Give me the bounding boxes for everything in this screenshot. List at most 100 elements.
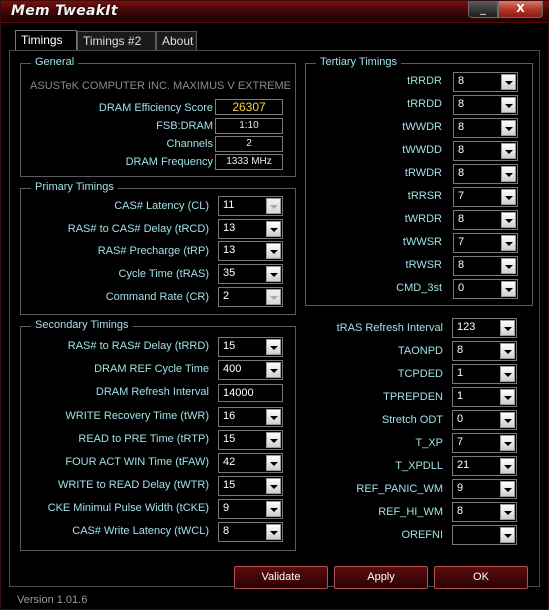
cmd-3st-select[interactable]: 0 bbox=[453, 279, 518, 299]
ref-hi-wm-select[interactable]: 8 bbox=[452, 502, 517, 522]
trrdr-select[interactable]: 8 bbox=[453, 72, 518, 92]
apply-button[interactable]: Apply bbox=[334, 566, 428, 589]
tprepden-select[interactable]: 1 bbox=[452, 387, 517, 407]
ref-panic-wm-select[interactable]: 9 bbox=[452, 479, 517, 499]
chevron-down-icon[interactable] bbox=[500, 320, 515, 336]
chevron-down-icon[interactable] bbox=[500, 412, 515, 428]
chevron-down-icon[interactable] bbox=[501, 281, 516, 297]
close-button[interactable]: X bbox=[498, 1, 543, 18]
chevron-down-icon[interactable] bbox=[266, 478, 281, 494]
tras-refresh-interval-select[interactable]: 123 bbox=[452, 318, 517, 338]
tcke-select[interactable]: 9 bbox=[218, 499, 283, 519]
trrd-select[interactable]: 15 bbox=[218, 337, 283, 357]
chevron-down-icon[interactable] bbox=[500, 343, 515, 359]
dram-ref-cycle-select[interactable]: 400 bbox=[218, 360, 283, 380]
twrdr-select[interactable]: 8 bbox=[453, 210, 518, 230]
chevron-down-icon[interactable] bbox=[266, 524, 281, 540]
trrdr-value: 8 bbox=[458, 75, 465, 87]
secondary-timings-group: Secondary Timings RAS# to RAS# Delay (tR… bbox=[20, 319, 296, 551]
trrsr-select[interactable]: 7 bbox=[453, 187, 518, 207]
cmd-3st-value: 0 bbox=[458, 282, 465, 294]
dram-efficiency-value: 26307 bbox=[215, 99, 283, 115]
chevron-down-icon[interactable] bbox=[501, 212, 516, 228]
taonpd-select[interactable]: 8 bbox=[452, 341, 517, 361]
trwdr-select[interactable]: 8 bbox=[453, 164, 518, 184]
trcd-label: RAS# to CAS# Delay (tRCD) bbox=[67, 223, 209, 235]
title-bar[interactable]: Mem TweakIt _ X bbox=[1, 1, 549, 23]
chevron-down-icon[interactable] bbox=[501, 74, 516, 90]
trp-label: RAS# Precharge (tRP) bbox=[97, 245, 209, 257]
chevron-down-icon[interactable] bbox=[501, 166, 516, 182]
twwsr-value: 7 bbox=[458, 236, 465, 248]
window-title: Mem TweakIt bbox=[11, 3, 118, 19]
trp-select[interactable]: 13 bbox=[218, 241, 283, 261]
chevron-down-icon[interactable] bbox=[266, 289, 281, 305]
trrdd-label: tRRDD bbox=[407, 98, 442, 110]
chevron-down-icon[interactable] bbox=[500, 527, 515, 543]
chevron-down-icon[interactable] bbox=[500, 458, 515, 474]
chevron-down-icon[interactable] bbox=[501, 258, 516, 274]
dram-refresh-interval-input[interactable]: 14000 bbox=[218, 384, 283, 402]
chevron-down-icon[interactable] bbox=[501, 189, 516, 205]
trcd-select[interactable]: 13 bbox=[218, 219, 283, 239]
chevron-down-icon[interactable] bbox=[501, 120, 516, 136]
trrdr-label: tRRDR bbox=[407, 75, 442, 87]
twr-select[interactable]: 16 bbox=[218, 407, 283, 427]
trrdd-select[interactable]: 8 bbox=[453, 95, 518, 115]
tab-about[interactable]: About bbox=[156, 31, 197, 50]
orefni-label: OREFNI bbox=[401, 529, 443, 541]
chevron-down-icon[interactable] bbox=[266, 221, 281, 237]
chevron-down-icon[interactable] bbox=[266, 409, 281, 425]
chevron-down-icon[interactable] bbox=[501, 97, 516, 113]
chevron-down-icon[interactable] bbox=[266, 362, 281, 378]
tcpded-label: TCPDED bbox=[397, 368, 443, 380]
t-xpdll-label: T_XPDLL bbox=[395, 460, 443, 472]
chevron-down-icon[interactable] bbox=[266, 198, 281, 214]
mem-tweakit-window: Mem TweakIt _ X Timings #1 Timings #2 Ab… bbox=[0, 0, 549, 610]
trtp-label: READ to PRE Time (tRTP) bbox=[78, 433, 209, 445]
chevron-down-icon[interactable] bbox=[500, 504, 515, 520]
t-xp-select[interactable]: 7 bbox=[452, 433, 517, 453]
twwsr-label: tWWSR bbox=[402, 236, 442, 248]
chevron-down-icon[interactable] bbox=[501, 235, 516, 251]
chevron-down-icon[interactable] bbox=[266, 266, 281, 282]
chevron-down-icon[interactable] bbox=[500, 366, 515, 382]
validate-button[interactable]: Validate bbox=[234, 566, 328, 589]
trwsr-select[interactable]: 8 bbox=[453, 256, 518, 276]
twtr-select[interactable]: 15 bbox=[218, 476, 283, 496]
trp-value: 13 bbox=[223, 244, 236, 256]
tertiary-timings-legend: Tertiary Timings bbox=[316, 56, 402, 68]
tfaw-select[interactable]: 42 bbox=[218, 453, 283, 473]
chevron-down-icon[interactable] bbox=[500, 389, 515, 405]
twwsr-select[interactable]: 7 bbox=[453, 233, 518, 253]
minimize-icon: _ bbox=[480, 2, 486, 15]
chevron-down-icon[interactable] bbox=[500, 435, 515, 451]
twcl-select[interactable]: 8 bbox=[218, 522, 283, 542]
tcpded-select[interactable]: 1 bbox=[452, 364, 517, 384]
chevron-down-icon[interactable] bbox=[500, 481, 515, 497]
stretch-odt-select[interactable]: 0 bbox=[452, 410, 517, 430]
twwdd-select[interactable]: 8 bbox=[453, 141, 518, 161]
secondary-timings-legend: Secondary Timings bbox=[31, 319, 133, 331]
minimize-button[interactable]: _ bbox=[468, 1, 498, 18]
tras-select[interactable]: 35 bbox=[218, 264, 283, 284]
trtp-select[interactable]: 15 bbox=[218, 430, 283, 450]
chevron-down-icon[interactable] bbox=[266, 501, 281, 517]
cas-latency-select[interactable]: 11 bbox=[218, 196, 283, 216]
chevron-down-icon[interactable] bbox=[501, 143, 516, 159]
command-rate-select[interactable]: 2 bbox=[218, 287, 283, 307]
tab-timings-1[interactable]: Timings #1 bbox=[15, 30, 77, 65]
twwdr-label: tWWDR bbox=[402, 121, 442, 133]
chevron-down-icon[interactable] bbox=[266, 432, 281, 448]
orefni-select[interactable] bbox=[452, 525, 517, 545]
twwdr-select[interactable]: 8 bbox=[453, 118, 518, 138]
chevron-down-icon[interactable] bbox=[266, 339, 281, 355]
general-legend: General bbox=[31, 56, 79, 68]
trrsr-value: 7 bbox=[458, 190, 465, 202]
tab-timings-2[interactable]: Timings #2 bbox=[77, 31, 156, 50]
chevron-down-icon[interactable] bbox=[266, 455, 281, 471]
tfaw-value: 42 bbox=[223, 456, 236, 468]
ok-button[interactable]: OK bbox=[434, 566, 528, 589]
chevron-down-icon[interactable] bbox=[266, 243, 281, 259]
t-xpdll-select[interactable]: 21 bbox=[452, 456, 517, 476]
